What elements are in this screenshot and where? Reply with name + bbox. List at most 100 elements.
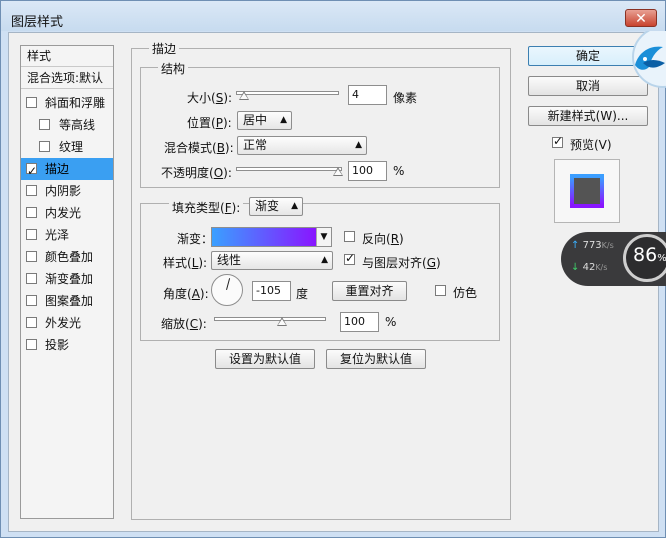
gradient-style-select[interactable]: 线性 ▲ xyxy=(211,251,333,270)
opacity-slider-thumb[interactable] xyxy=(333,167,343,176)
list-item-inner-shadow[interactable]: 内阴影 xyxy=(21,180,113,202)
list-item-label: 渐变叠加 xyxy=(45,272,94,286)
list-item-label: 投影 xyxy=(45,338,70,352)
reset-to-default-button[interactable]: 复位为默认值 xyxy=(326,349,426,369)
list-item-stroke[interactable]: 描边 xyxy=(21,158,113,182)
position-label: 位置(P): xyxy=(187,116,232,130)
blending-options-item[interactable]: 混合选项:默认 xyxy=(21,68,113,89)
list-item-drop-shadow[interactable]: 投影 xyxy=(21,334,113,356)
blend-mode-select[interactable]: 正常 ▲ xyxy=(237,136,367,155)
align-with-layer-checkbox[interactable] xyxy=(344,251,355,265)
list-item-color-overlay[interactable]: 颜色叠加 xyxy=(21,246,113,268)
list-item-label: 内发光 xyxy=(45,206,82,220)
opacity-unit: % xyxy=(393,164,405,178)
opacity-input[interactable]: 100 xyxy=(348,161,387,181)
angle-unit: 度 xyxy=(296,287,309,301)
scale-unit: % xyxy=(385,315,397,329)
preview-swatch xyxy=(570,174,604,208)
scale-slider[interactable] xyxy=(214,317,326,321)
download-speed: ↓ 42K/s xyxy=(571,262,608,273)
reverse-label: 反向(R) xyxy=(362,232,404,246)
scale-slider-thumb[interactable] xyxy=(277,317,287,326)
chevron-down-icon: ▲ xyxy=(321,255,328,265)
close-button[interactable]: ✕ xyxy=(625,9,657,27)
style-preview xyxy=(554,159,620,223)
contour-checkbox[interactable] xyxy=(39,119,50,130)
new-style-button[interactable]: 新建样式(W)... xyxy=(528,106,648,126)
usage-percent: 86% xyxy=(633,244,666,266)
list-item-bevel-emboss[interactable]: 斜面和浮雕 xyxy=(21,92,113,114)
opacity-label: 不透明度(O): xyxy=(161,166,232,180)
list-item-label: 外发光 xyxy=(45,316,82,330)
style-label: 样式(L): xyxy=(163,256,208,270)
chevron-down-icon[interactable]: ▼ xyxy=(316,228,331,246)
style-list: 样式 混合选项:默认 斜面和浮雕 等高线 纹理 描边 内阴影 xyxy=(20,45,114,519)
angle-dial-hand xyxy=(226,278,231,290)
angle-label: 角度(A): xyxy=(163,287,209,301)
list-item-label: 光泽 xyxy=(45,228,70,242)
list-item-label: 内阴影 xyxy=(45,184,82,198)
set-as-default-button[interactable]: 设置为默认值 xyxy=(215,349,315,369)
size-label: 大小(S): xyxy=(187,91,233,105)
inner-shadow-checkbox[interactable] xyxy=(26,185,37,196)
network-speed-widget[interactable]: ↑ 773K/s ↓ 42K/s 86% xyxy=(561,232,666,286)
drop-shadow-checkbox[interactable] xyxy=(26,339,37,350)
stroke-panel-title: 描边 xyxy=(149,40,180,57)
preview-checkbox[interactable] xyxy=(552,134,563,148)
angle-input[interactable]: -105 xyxy=(252,281,291,301)
list-item-label: 描边 xyxy=(45,162,70,176)
position-select[interactable]: 居中 ▲ xyxy=(237,111,292,130)
reset-alignment-button[interactable]: 重置对齐 xyxy=(332,281,407,301)
dialog-title: 图层样式 xyxy=(11,15,64,30)
preview-label: 预览(V) xyxy=(570,138,612,152)
dither-label: 仿色 xyxy=(453,286,478,300)
list-item-inner-glow[interactable]: 内发光 xyxy=(21,202,113,224)
color-overlay-checkbox[interactable] xyxy=(26,251,37,262)
chevron-down-icon: ▲ xyxy=(280,115,287,125)
list-item-gradient-overlay[interactable]: 渐变叠加 xyxy=(21,268,113,290)
align-with-layer-label: 与图层对齐(G) xyxy=(362,256,441,270)
list-item-pattern-overlay[interactable]: 图案叠加 xyxy=(21,290,113,312)
bevel-emboss-checkbox[interactable] xyxy=(26,97,37,108)
gradient-overlay-checkbox[interactable] xyxy=(26,273,37,284)
gradient-label: 渐变： xyxy=(177,232,214,246)
styles-header[interactable]: 样式 xyxy=(21,46,113,67)
size-slider[interactable] xyxy=(236,91,339,95)
satin-checkbox[interactable] xyxy=(26,229,37,240)
scale-label: 缩放(C): xyxy=(161,317,207,331)
fill-type-select[interactable]: 渐变 ▲ xyxy=(249,197,303,216)
chevron-down-icon: ▲ xyxy=(355,140,362,150)
list-item-texture[interactable]: 纹理 xyxy=(21,136,113,158)
gradient-picker[interactable]: ▼ xyxy=(211,227,332,247)
scale-input[interactable]: 100 xyxy=(340,312,379,332)
list-item-label: 图案叠加 xyxy=(45,294,94,308)
blend-mode-label: 混合模式(B): xyxy=(164,141,234,155)
stroke-checkbox[interactable] xyxy=(26,160,37,182)
list-item-label: 颜色叠加 xyxy=(45,250,94,264)
list-item-label: 等高线 xyxy=(59,118,96,132)
reverse-checkbox[interactable] xyxy=(344,231,355,242)
list-item-outer-glow[interactable]: 外发光 xyxy=(21,312,113,334)
pattern-overlay-checkbox[interactable] xyxy=(26,295,37,306)
dither-checkbox[interactable] xyxy=(435,285,446,296)
dialog-body: 样式 混合选项:默认 斜面和浮雕 等高线 纹理 描边 内阴影 xyxy=(8,32,659,532)
structure-group-title: 结构 xyxy=(158,60,189,77)
title-bar[interactable]: 图层样式 ✕ xyxy=(1,1,665,31)
list-item-contour[interactable]: 等高线 xyxy=(21,114,113,136)
fill-type-label: 填充类型(F): xyxy=(169,199,244,216)
outer-glow-checkbox[interactable] xyxy=(26,317,37,328)
size-input[interactable]: 4 xyxy=(348,85,387,105)
layer-style-dialog: 图层样式 ✕ 样式 混合选项:默认 斜面和浮雕 等高线 纹理 描边 xyxy=(0,0,666,538)
list-item-satin[interactable]: 光泽 xyxy=(21,224,113,246)
size-slider-thumb[interactable] xyxy=(239,91,249,100)
inner-glow-checkbox[interactable] xyxy=(26,207,37,218)
chevron-down-icon: ▲ xyxy=(291,201,298,211)
texture-checkbox[interactable] xyxy=(39,141,50,152)
gradient-swatch[interactable] xyxy=(212,228,317,246)
angle-dial[interactable] xyxy=(211,274,243,306)
bird-logo-icon xyxy=(621,31,666,91)
upload-speed: ↑ 773K/s xyxy=(571,240,614,251)
list-item-label: 纹理 xyxy=(59,140,84,154)
opacity-slider[interactable] xyxy=(236,167,342,171)
list-item-label: 斜面和浮雕 xyxy=(45,96,106,110)
